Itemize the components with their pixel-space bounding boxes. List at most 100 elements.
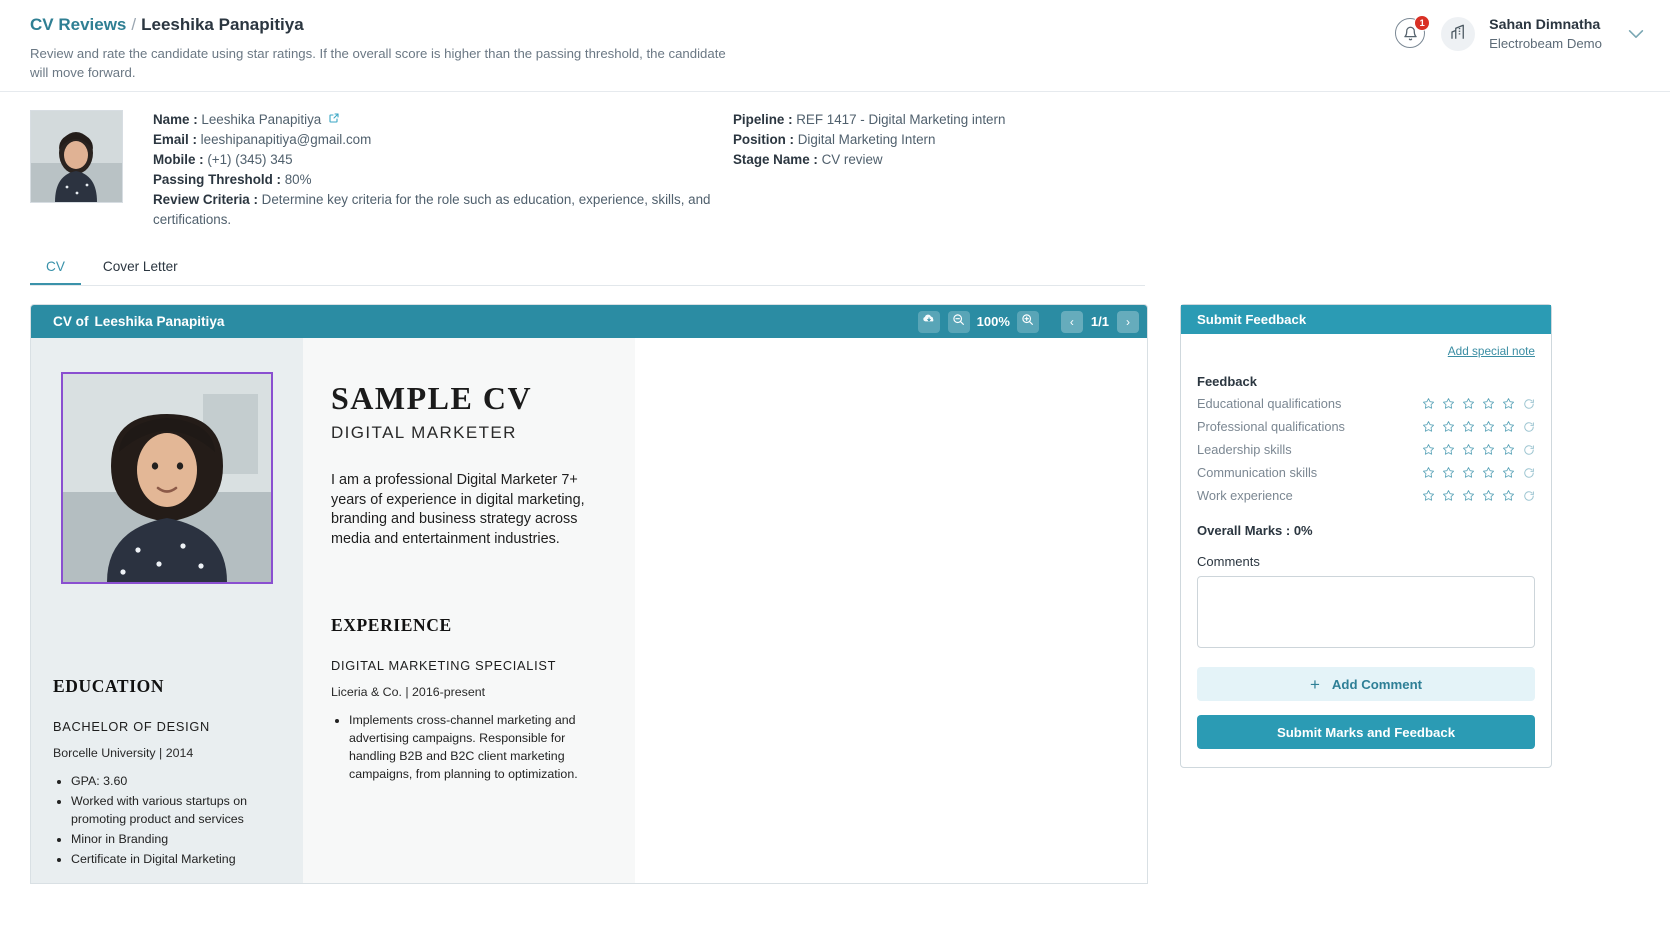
- criterion-star-rating[interactable]: [1422, 464, 1535, 484]
- star-icon-1[interactable]: [1422, 420, 1435, 438]
- cv-experience-bullets: Implements cross-channel marketing and a…: [331, 711, 611, 783]
- cv-photo: [61, 372, 273, 584]
- star-icon-2[interactable]: [1442, 397, 1455, 415]
- cloud-download-icon: [922, 312, 936, 331]
- star-icon-5[interactable]: [1502, 420, 1515, 438]
- criterion-star-rating[interactable]: [1422, 395, 1535, 415]
- next-page-button[interactable]: ›: [1117, 310, 1139, 333]
- reset-rating-icon[interactable]: [1523, 489, 1535, 507]
- star-icon-2[interactable]: [1442, 420, 1455, 438]
- criterion-label: Leadership skills: [1197, 442, 1292, 457]
- star-icon-4[interactable]: [1482, 466, 1495, 484]
- reset-rating-icon[interactable]: [1523, 420, 1535, 438]
- star-icon-3[interactable]: [1462, 466, 1475, 484]
- user-organization: Electrobeam Demo: [1489, 36, 1602, 52]
- star-icon-4[interactable]: [1482, 397, 1495, 415]
- page-subtitle: Review and rate the candidate using star…: [30, 46, 726, 80]
- add-comment-label: Add Comment: [1331, 676, 1423, 692]
- star-icon-5[interactable]: [1502, 489, 1515, 507]
- main-content: CV of Leeshika Panapitiya 100% ‹ 1/1 › E…: [0, 286, 1670, 884]
- overall-marks: Overall Marks : 0%: [1197, 523, 1313, 538]
- breadcrumb-separator: /: [131, 15, 137, 34]
- breadcrumb-current: Leeshika Panapitiya: [141, 15, 304, 34]
- cv-viewer-title-prefix: CV of: [53, 314, 89, 329]
- submit-marks-button[interactable]: Submit Marks and Feedback: [1197, 715, 1535, 749]
- reset-rating-icon[interactable]: [1523, 443, 1535, 461]
- star-icon-2[interactable]: [1442, 489, 1455, 507]
- comments-label: Comments: [1197, 554, 1260, 569]
- candidate-fields-left: Name : Leeshika Panapitiya Email : leesh…: [153, 110, 733, 230]
- star-icon-3[interactable]: [1462, 397, 1475, 415]
- star-icon-1[interactable]: [1422, 489, 1435, 507]
- page-navigation: ‹ 1/1 ›: [1060, 310, 1139, 333]
- cv-education-sub: Borcelle University | 2014: [53, 746, 194, 760]
- page-header: CV Reviews / Leeshika Panapitiya Review an…: [0, 0, 1670, 92]
- breadcrumb-root-link[interactable]: CV Reviews: [30, 15, 126, 34]
- star-icon-2[interactable]: [1442, 466, 1455, 484]
- zoom-out-button[interactable]: [947, 310, 970, 333]
- pipeline-label: Pipeline :: [733, 112, 793, 127]
- stage-name-row: Stage Name : CV review: [733, 150, 1005, 170]
- user-menu[interactable]: Sahan Dimnatha Electrobeam Demo: [1489, 16, 1602, 53]
- star-icon-1[interactable]: [1422, 443, 1435, 461]
- candidate-email-label: Email :: [153, 132, 197, 147]
- external-link-icon[interactable]: [328, 113, 340, 127]
- star-icon-5[interactable]: [1502, 443, 1515, 461]
- candidate-name-label: Name :: [153, 112, 198, 127]
- notification-badge: 1: [1414, 15, 1431, 32]
- star-icon-1[interactable]: [1422, 466, 1435, 484]
- cv-education-heading: EDUCATION: [53, 676, 165, 696]
- cv-summary: I am a professional Digital Marketer 7+ …: [331, 472, 585, 547]
- cv-document: EDUCATION BACHELOR OF DESIGN Borcelle Un…: [31, 338, 1147, 883]
- add-special-note-link[interactable]: Add special note: [1197, 344, 1535, 358]
- user-name: Sahan Dimnatha: [1489, 17, 1601, 33]
- star-icon-1[interactable]: [1422, 397, 1435, 415]
- criterion-label: Professional qualifications: [1197, 419, 1345, 434]
- zoom-in-button[interactable]: [1016, 310, 1039, 333]
- notifications-button[interactable]: 1: [1395, 15, 1431, 50]
- feedback-criterion-row: Educational qualifications: [1197, 395, 1535, 415]
- cv-experience-heading: EXPERIENCE: [331, 615, 452, 635]
- criterion-star-rating[interactable]: [1422, 418, 1535, 438]
- star-icon-3[interactable]: [1462, 443, 1475, 461]
- comments-input[interactable]: [1197, 576, 1535, 648]
- tab-cover-letter[interactable]: Cover Letter: [87, 252, 194, 285]
- star-icon-5[interactable]: [1502, 397, 1515, 415]
- star-icon-3[interactable]: [1462, 420, 1475, 438]
- previous-page-button[interactable]: ‹: [1060, 310, 1083, 333]
- cv-page-margin: [635, 338, 1147, 883]
- star-icon-2[interactable]: [1442, 443, 1455, 461]
- submit-feedback-panel: Submit Feedback Add special note Feedbac…: [1180, 304, 1552, 768]
- reset-rating-icon[interactable]: [1523, 397, 1535, 415]
- cv-right-column: SAMPLE CV DIGITAL MARKETER I am a profes…: [303, 338, 635, 883]
- star-icon-3[interactable]: [1462, 489, 1475, 507]
- star-icon-5[interactable]: [1502, 466, 1515, 484]
- chevron-down-icon[interactable]: [1628, 26, 1644, 43]
- pipeline-row: Pipeline : REF 1417 - Digital Marketing …: [733, 110, 1005, 130]
- reset-rating-icon[interactable]: [1523, 466, 1535, 484]
- list-item: GPA: 3.60: [71, 772, 281, 790]
- star-icon-4[interactable]: [1482, 420, 1495, 438]
- criterion-star-rating[interactable]: [1422, 441, 1535, 461]
- cv-viewer-title-name: Leeshika Panapitiya: [94, 314, 225, 329]
- tab-cv[interactable]: CV: [30, 252, 81, 285]
- candidate-name-value: Leeshika Panapitiya: [201, 112, 322, 127]
- feedback-panel-body: Add special note Feedback Educational qu…: [1181, 334, 1551, 767]
- star-icon-4[interactable]: [1482, 489, 1495, 507]
- criterion-star-rating[interactable]: [1422, 487, 1535, 507]
- passing-threshold-value: 80%: [284, 172, 312, 187]
- criterion-label: Communication skills: [1197, 465, 1318, 480]
- header-actions: 1 Sahan Dimnatha Electrobeam Demo: [1395, 15, 1644, 53]
- feedback-panel-title: Submit Feedback: [1181, 305, 1551, 334]
- star-icon-4[interactable]: [1482, 443, 1495, 461]
- download-button[interactable]: [917, 310, 940, 333]
- zoom-out-icon: [952, 313, 965, 331]
- cv-candidate-name: SAMPLE CV: [331, 380, 533, 416]
- organization-button[interactable]: [1441, 17, 1476, 52]
- candidate-fields-right: Pipeline : REF 1417 - Digital Marketing …: [733, 110, 1005, 230]
- passing-threshold-label: Passing Threshold :: [153, 172, 281, 187]
- feedback-criteria-list: Educational qualifications Professional q…: [1197, 395, 1535, 507]
- cv-education-bullets: GPA: 3.60 Worked with various startups o…: [53, 772, 281, 868]
- add-comment-button[interactable]: + Add Comment: [1197, 667, 1535, 701]
- candidate-mobile-label: Mobile :: [153, 152, 204, 167]
